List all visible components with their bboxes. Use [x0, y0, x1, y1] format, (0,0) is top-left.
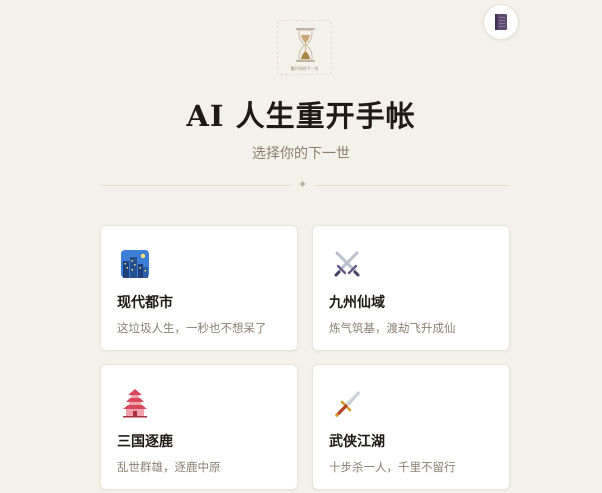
journal-button[interactable]	[483, 4, 519, 40]
world-card-title: 武侠江湖	[329, 434, 385, 450]
app-logo: 重开你的下一世	[277, 20, 332, 75]
world-card-xianxia[interactable]: 九州仙域 炼气筑基，渡劫飞升成仙	[312, 225, 510, 351]
world-card-desc: 乱世群雄，逐鹿中原	[117, 460, 221, 474]
dagger-icon	[335, 391, 360, 417]
world-card-title: 三国逐鹿	[117, 434, 173, 450]
hourglass-icon	[296, 28, 315, 62]
divider-line-right	[314, 185, 510, 186]
divider-star-icon: ✦	[298, 178, 308, 191]
page-title: AI 人生重开手帐	[186, 99, 416, 133]
world-card-wuxia[interactable]: 武侠江湖 十步杀一人，千里不留行	[312, 364, 510, 490]
world-card-three-kingdoms[interactable]: 三国逐鹿 乱世群雄，逐鹿中原	[100, 364, 298, 490]
world-card-title: 现代都市	[117, 295, 173, 311]
world-card-desc: 十步杀一人，千里不留行	[329, 460, 456, 474]
pagoda-icon	[123, 389, 147, 418]
world-card-desc: 炼气筑基，渡劫飞升成仙	[329, 321, 456, 335]
world-card-modern-city[interactable]: 现代都市 这垃圾人生，一秒也不想呆了	[100, 225, 298, 351]
city-icon	[121, 250, 149, 278]
crossed-swords-icon	[334, 251, 360, 277]
notebook-icon	[495, 14, 507, 30]
world-card-title: 九州仙域	[329, 295, 385, 311]
logo-caption: 重开你的下一世	[290, 66, 319, 71]
page-subtitle: 选择你的下一世	[252, 146, 350, 162]
divider-line-left	[100, 185, 292, 186]
world-card-desc: 这垃圾人生，一秒也不想呆了	[117, 321, 267, 335]
